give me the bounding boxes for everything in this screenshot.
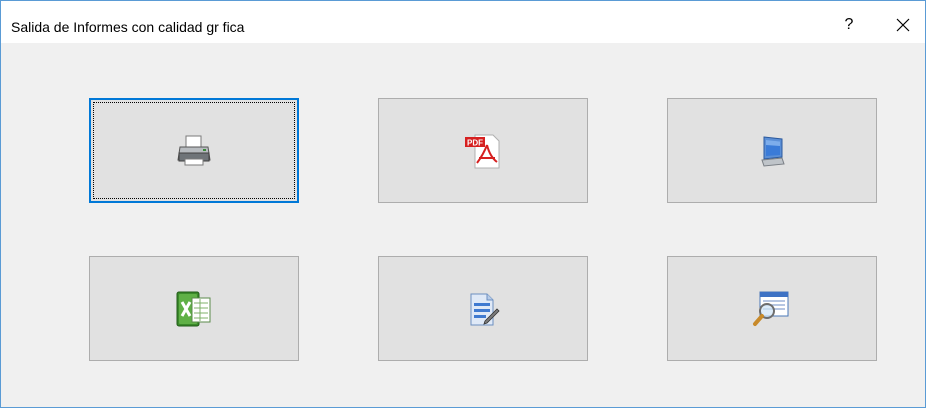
magnifier-preview-icon (752, 289, 792, 329)
excel-button[interactable] (89, 256, 299, 361)
close-icon (896, 18, 910, 32)
window-title: Salida de Informes con calidad gr fica (11, 19, 245, 35)
edit-document-button[interactable] (378, 256, 588, 361)
screen-button[interactable] (667, 98, 877, 203)
svg-text:PDF: PDF (467, 138, 483, 147)
pdf-icon: PDF (463, 131, 503, 171)
monitor-icon (754, 133, 790, 169)
document-edit-icon (465, 291, 501, 327)
help-button[interactable]: ? (827, 9, 871, 41)
excel-icon (174, 289, 214, 329)
preview-button[interactable] (667, 256, 877, 361)
pdf-button[interactable]: PDF (378, 98, 588, 203)
printer-icon (176, 133, 212, 169)
close-button[interactable] (881, 9, 925, 41)
dialog-window: Salida de Informes con calidad gr fica ? (0, 0, 926, 408)
print-button[interactable] (89, 98, 299, 203)
title-bar[interactable]: Salida de Informes con calidad gr fica ? (1, 1, 925, 43)
